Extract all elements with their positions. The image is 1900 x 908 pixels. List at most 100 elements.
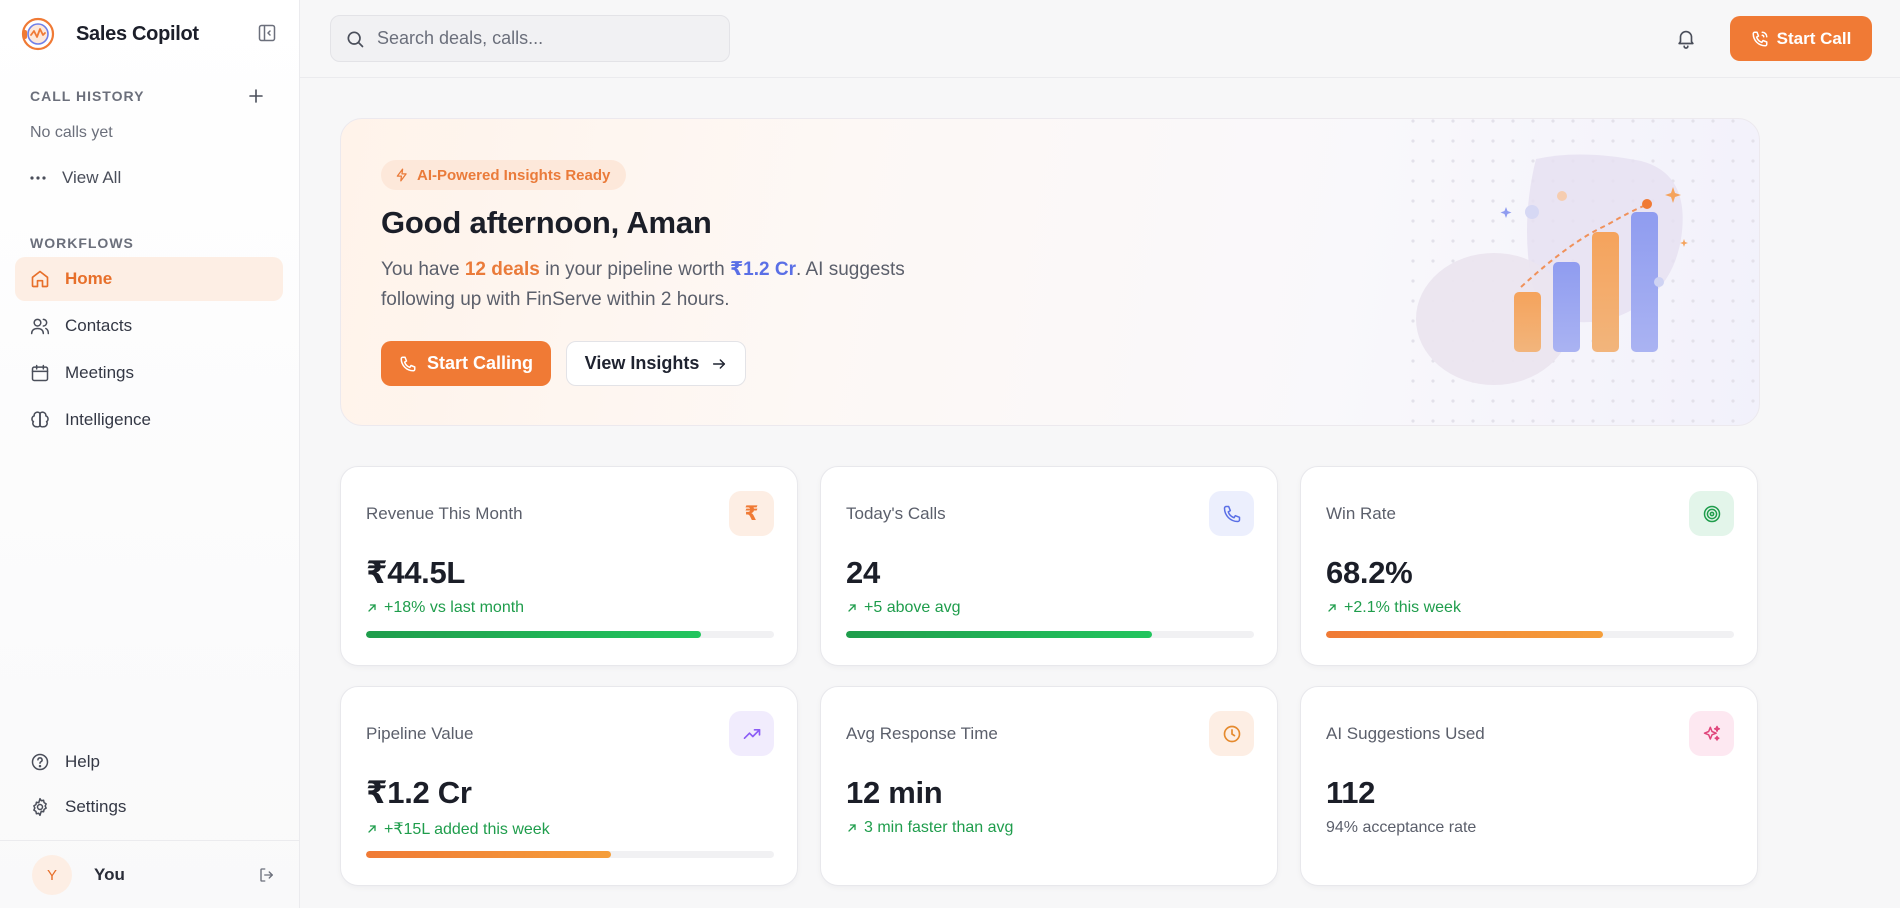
sidebar-item-home[interactable]: Home xyxy=(15,257,283,301)
stat-card-response-time[interactable]: Avg Response Time 12 min 3 min faster th… xyxy=(820,686,1278,886)
sidebar-item-intelligence[interactable]: Intelligence xyxy=(15,398,283,442)
add-call-icon[interactable] xyxy=(246,86,266,106)
stat-card-ai-suggestions[interactable]: AI Suggestions Used 112 94% acceptance r… xyxy=(1300,686,1758,886)
stat-delta-text: +₹15L added this week xyxy=(384,821,550,838)
stat-label: AI Suggestions Used xyxy=(1326,724,1485,743)
brain-icon xyxy=(29,409,51,431)
start-call-button[interactable]: Start Call xyxy=(1730,16,1872,61)
stat-label: Win Rate xyxy=(1326,504,1396,523)
user-profile[interactable]: Y You xyxy=(32,855,125,895)
progress-bar xyxy=(846,631,1254,638)
brand-logo-icon xyxy=(20,16,56,52)
summary-text: You have xyxy=(381,259,465,280)
target-icon xyxy=(1689,491,1734,536)
badge-label: AI-Powered Insights Ready xyxy=(417,166,611,184)
view-insights-button[interactable]: View Insights xyxy=(566,341,746,386)
help-icon xyxy=(29,751,51,773)
stat-delta: +₹15L added this week xyxy=(366,819,550,839)
stat-value: 24 xyxy=(846,555,880,590)
contacts-icon xyxy=(29,315,51,337)
stat-card-calls[interactable]: Today's Calls 24 +5 above avg xyxy=(820,466,1278,666)
view-insights-label: View Insights xyxy=(584,353,700,373)
start-calling-button[interactable]: Start Calling xyxy=(381,341,551,386)
progress-bar-fill xyxy=(846,631,1152,638)
arrow-right-icon xyxy=(711,356,727,372)
more-dots-icon xyxy=(30,176,48,180)
stat-label: Today's Calls xyxy=(846,504,946,523)
ai-insights-badge: AI-Powered Insights Ready xyxy=(381,160,627,190)
sparkles-icon xyxy=(1689,711,1734,756)
stat-card-revenue[interactable]: Revenue This Month ₹ ₹44.5L +18% vs last… xyxy=(340,466,798,666)
phone-call-icon xyxy=(1751,30,1769,48)
trending-up-icon xyxy=(729,711,774,756)
stat-delta: +5 above avg xyxy=(846,599,961,617)
progress-bar-fill xyxy=(1326,631,1604,638)
sidebar: Sales Copilot CALL HISTORY No calls yet … xyxy=(0,0,300,908)
stat-delta: 94% acceptance rate xyxy=(1326,819,1476,837)
view-all-label: View All xyxy=(62,168,122,187)
phone-icon xyxy=(1209,491,1254,536)
call-history-label: CALL HISTORY xyxy=(30,88,145,104)
deals-count: 12 deals xyxy=(464,259,540,280)
avatar: Y xyxy=(32,855,72,895)
search-box[interactable] xyxy=(330,15,730,62)
stat-label: Revenue This Month xyxy=(366,504,523,523)
stat-delta: +18% vs last month xyxy=(366,599,524,617)
sidebar-item-settings[interactable]: Settings xyxy=(15,785,283,829)
logout-icon[interactable] xyxy=(256,864,278,886)
stat-card-win-rate[interactable]: Win Rate 68.2% +2.1% this week xyxy=(1300,466,1758,666)
stat-label: Pipeline Value xyxy=(366,724,474,743)
stat-delta: 3 min faster than avg xyxy=(846,819,1013,837)
lightning-icon xyxy=(395,168,409,182)
sidebar-item-label: Home xyxy=(65,269,113,288)
sidebar-item-meetings[interactable]: Meetings xyxy=(15,351,283,395)
sidebar-divider xyxy=(0,840,300,841)
welcome-hero: AI-Powered Insights Ready Good afternoon… xyxy=(340,118,1760,426)
sidebar-item-label: Meetings xyxy=(65,363,134,382)
stat-delta-text: 3 min faster than avg xyxy=(864,819,1014,836)
view-all-link[interactable]: View All xyxy=(30,168,121,188)
collapse-sidebar-icon[interactable] xyxy=(256,22,278,44)
search-input[interactable] xyxy=(377,28,707,49)
stat-delta: +2.1% this week xyxy=(1326,599,1461,617)
stat-delta-text: +5 above avg xyxy=(864,599,961,616)
stat-delta-text: +2.1% this week xyxy=(1344,599,1461,616)
home-icon xyxy=(29,268,51,290)
arrow-up-right-icon xyxy=(846,822,858,834)
progress-bar-fill xyxy=(366,631,701,638)
stat-label: Avg Response Time xyxy=(846,724,998,743)
start-calling-label: Start Calling xyxy=(426,353,533,373)
user-name: You xyxy=(94,865,125,884)
arrow-up-right-icon xyxy=(366,823,378,835)
arrow-up-right-icon xyxy=(846,602,858,614)
stat-delta-text: 94% acceptance rate xyxy=(1326,819,1477,836)
arrow-up-right-icon xyxy=(1326,602,1338,614)
progress-bar-fill xyxy=(366,851,611,858)
sidebar-item-label: Contacts xyxy=(65,316,133,335)
sidebar-item-contacts[interactable]: Contacts xyxy=(15,304,283,348)
notifications-bell-icon[interactable] xyxy=(1674,26,1698,50)
brand[interactable]: Sales Copilot xyxy=(20,16,199,52)
progress-bar xyxy=(366,631,774,638)
workflows-label: WORKFLOWS xyxy=(30,235,134,251)
search-icon xyxy=(345,29,365,49)
clock-icon xyxy=(1209,711,1254,756)
progress-bar xyxy=(1326,631,1734,638)
settings-label: Settings xyxy=(65,797,127,816)
pipeline-worth: ₹1.2 Cr xyxy=(729,259,796,280)
arrow-up-right-icon xyxy=(366,602,378,614)
gear-icon xyxy=(29,796,51,818)
help-label: Help xyxy=(65,752,100,771)
app-name: Sales Copilot xyxy=(76,22,199,45)
stat-value: ₹1.2 Cr xyxy=(366,775,472,810)
stat-card-pipeline[interactable]: Pipeline Value ₹1.2 Cr +₹15L added this … xyxy=(340,686,798,886)
topbar: Start Call xyxy=(300,0,1900,78)
no-calls-text: No calls yet xyxy=(30,124,113,141)
progress-bar xyxy=(366,851,774,858)
sidebar-item-label: Intelligence xyxy=(65,410,152,429)
stat-value: ₹44.5L xyxy=(366,555,466,590)
greeting-title: Good afternoon, Aman xyxy=(381,205,712,240)
stat-value: 68.2% xyxy=(1326,555,1413,590)
sidebar-item-help[interactable]: Help xyxy=(15,740,283,784)
calendar-icon xyxy=(29,362,51,384)
